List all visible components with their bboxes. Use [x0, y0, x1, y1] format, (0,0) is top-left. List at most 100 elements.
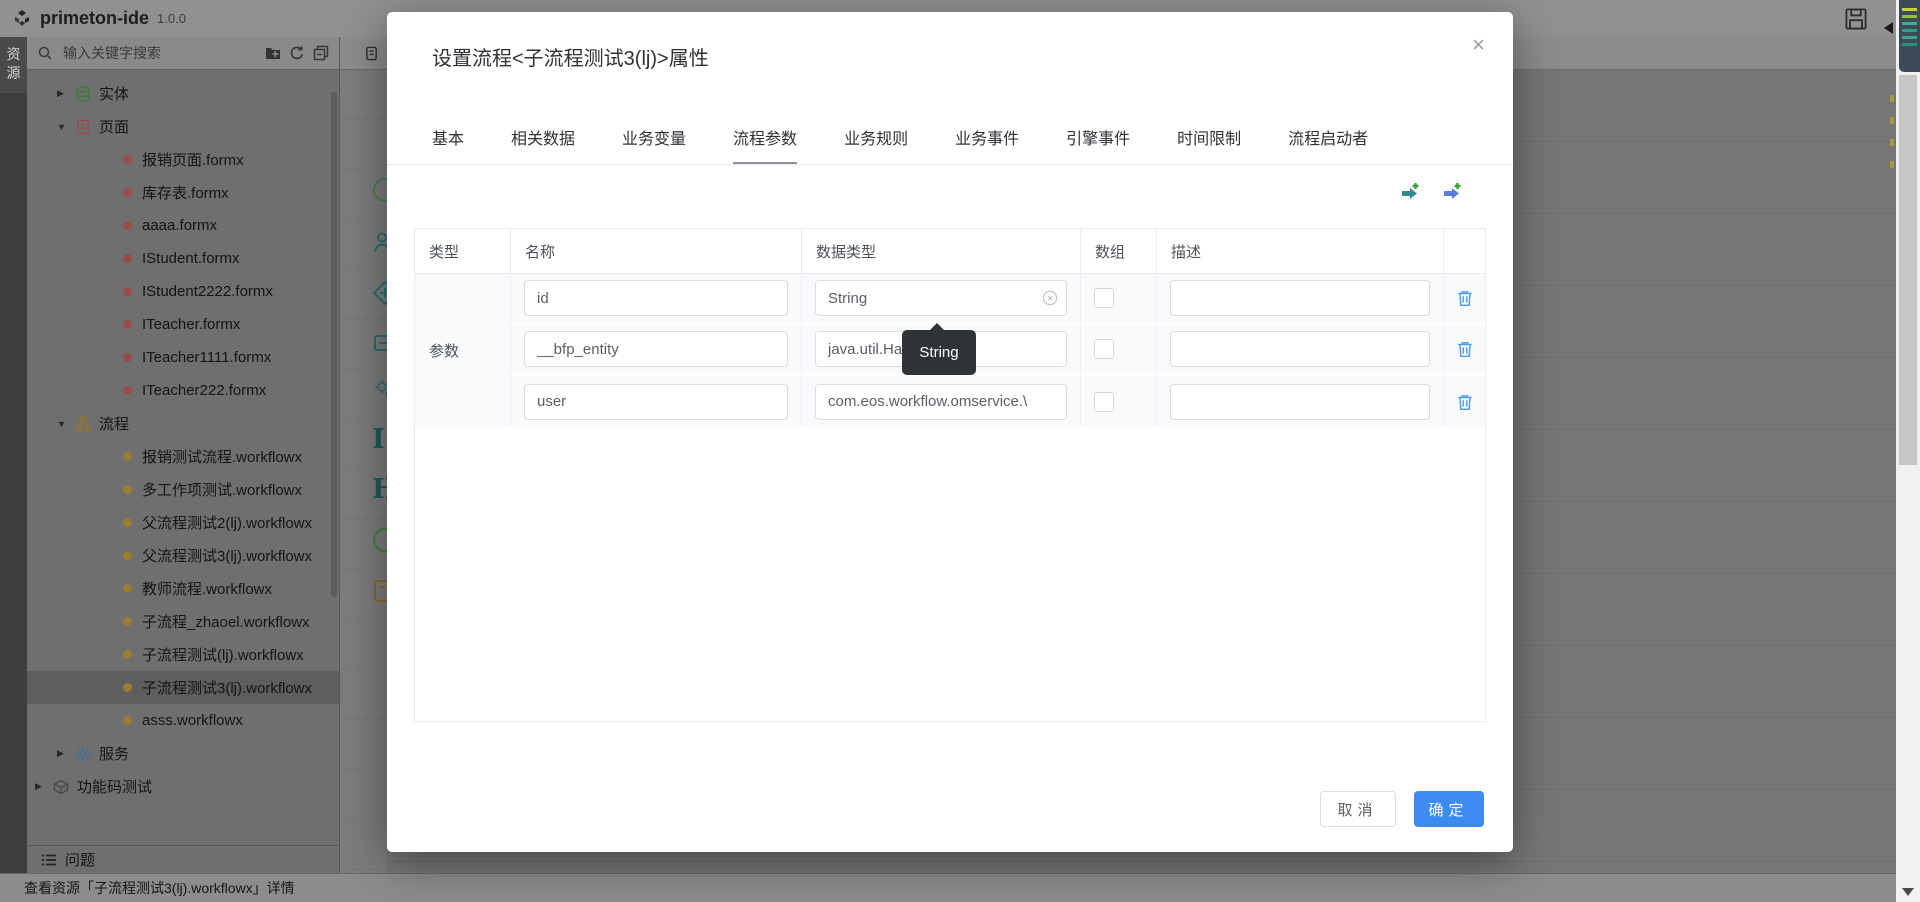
- database-icon: [75, 86, 91, 102]
- file-dot: [123, 551, 132, 560]
- tree-item-label: 流程: [99, 413, 129, 434]
- file-dot: [123, 221, 132, 230]
- dialog-tab-business-event[interactable]: 业务事件: [955, 131, 1019, 165]
- dialog-tab-engine-event[interactable]: 引擎事件: [1066, 131, 1130, 165]
- param-type-input[interactable]: [815, 280, 1067, 316]
- resource-sidebar: ▶实体▼页面报销页面.formx库存表.formxaaaa.formxIStud…: [27, 37, 340, 873]
- ruler-mark: [1890, 139, 1894, 146]
- tree-item[interactable]: 父流程测试3(lj).workflowx: [27, 539, 339, 572]
- new-folder-icon[interactable]: [265, 45, 281, 61]
- tree-item[interactable]: ITeacher1111.formx: [27, 341, 339, 374]
- chevron-down-icon[interactable]: ▼: [57, 419, 75, 429]
- file-dot: [123, 188, 132, 197]
- close-icon[interactable]: ×: [1472, 34, 1485, 56]
- tree-item[interactable]: ITeacher.formx: [27, 308, 339, 341]
- dialog-tab-flow-starter[interactable]: 流程启动者: [1288, 131, 1368, 165]
- tree-item[interactable]: 子流程测试3(lj).workflowx: [27, 671, 339, 704]
- chevron-right-icon[interactable]: ▶: [57, 88, 75, 99]
- tree-item[interactable]: 子流程测试(lj).workflowx: [27, 638, 339, 671]
- tree-item[interactable]: 库存表.formx: [27, 176, 339, 209]
- collapse-all-icon[interactable]: [313, 45, 329, 61]
- refresh-icon[interactable]: [289, 45, 305, 61]
- param-name-input[interactable]: [524, 280, 788, 316]
- chevron-right-icon[interactable]: ▶: [57, 748, 75, 759]
- tree-item[interactable]: 报销页面.formx: [27, 143, 339, 176]
- problems-panel[interactable]: 问题: [27, 845, 339, 873]
- chevron-down-icon[interactable]: ▼: [57, 122, 75, 132]
- tree-item-label: 页面: [99, 116, 129, 137]
- ok-button[interactable]: 确定: [1414, 791, 1484, 827]
- array-checkbox[interactable]: [1094, 392, 1114, 412]
- param-desc-input[interactable]: [1170, 384, 1430, 420]
- dialog-tab-time-limit[interactable]: 时间限制: [1177, 131, 1241, 165]
- flow-properties-dialog: 设置流程<子流程测试3(lj)>属性 × 基本 相关数据 业务变量 流程参数 业务规则 业…: [387, 12, 1513, 852]
- dialog-title: 设置流程<子流程测试3(lj)>属性: [432, 42, 709, 71]
- page-scrollbar[interactable]: [1896, 0, 1920, 902]
- file-dot: [123, 353, 132, 362]
- search-icon: [37, 45, 53, 61]
- file-dot: [123, 155, 132, 164]
- param-desc-input[interactable]: [1170, 331, 1430, 367]
- app-title: primeton-ide: [40, 8, 149, 29]
- dialog-tab-related-data[interactable]: 相关数据: [511, 131, 575, 165]
- tree-item[interactable]: ▶ 实体: [27, 77, 339, 110]
- add-input-param-icon[interactable]: [1400, 182, 1420, 202]
- tree-item[interactable]: 报销测试流程.workflowx: [27, 440, 339, 473]
- tabs-divider: [387, 164, 1513, 165]
- scrollbar-down-arrow-icon[interactable]: [1902, 888, 1914, 896]
- tree-item-label: 报销页面.formx: [142, 149, 244, 170]
- array-checkbox[interactable]: [1094, 288, 1114, 308]
- dialog-tab-flow-param[interactable]: 流程参数: [733, 131, 797, 165]
- tree-item[interactable]: ▶服务: [27, 737, 339, 770]
- column-header: 描述: [1157, 229, 1444, 274]
- tree-item[interactable]: 父流程测试2(lj).workflowx: [27, 506, 339, 539]
- tree-item[interactable]: ▶功能码测试: [27, 770, 339, 803]
- tree-item[interactable]: ITeacher222.formx: [27, 374, 339, 407]
- tree-item[interactable]: IStudent2222.formx: [27, 275, 339, 308]
- tree-item[interactable]: asss.workflowx: [27, 704, 339, 737]
- tree-item[interactable]: 子流程_zhaoel.workflowx: [27, 605, 339, 638]
- tree-item[interactable]: ▼ 流程: [27, 407, 339, 440]
- tree-item-label: 实体: [99, 83, 129, 104]
- scrollbar-thumb[interactable]: [1899, 75, 1917, 465]
- param-table-grid: 类型名称数据类型数组描述参数: [415, 229, 1485, 427]
- tree-item[interactable]: ▶邮政-业务流程: [27, 803, 339, 811]
- cancel-button[interactable]: 取消: [1320, 791, 1396, 827]
- param-desc-cell: [1157, 325, 1444, 376]
- activity-tab-resources[interactable]: 资源: [0, 37, 27, 93]
- param-desc-cell: [1157, 376, 1444, 427]
- delete-row-icon[interactable]: [1456, 393, 1474, 411]
- app-logo-icon: [12, 9, 32, 29]
- array-checkbox[interactable]: [1094, 339, 1114, 359]
- dialog-tab-basic[interactable]: 基本: [432, 131, 464, 165]
- sidebar-scrollbar[interactable]: [331, 92, 337, 597]
- delete-row-icon[interactable]: [1456, 340, 1474, 358]
- type-tooltip: String: [902, 330, 976, 375]
- activity-bar: 资源: [0, 37, 27, 873]
- tree-item[interactable]: 多工作项测试.workflowx: [27, 473, 339, 506]
- dialog-tab-business-rule[interactable]: 业务规则: [844, 131, 908, 165]
- tree-item[interactable]: 教师流程.workflowx: [27, 572, 339, 605]
- add-output-param-icon[interactable]: [1442, 182, 1462, 202]
- status-text: 查看资源「子流程测试3(lj).workflowx」详情: [24, 878, 295, 898]
- param-name-input[interactable]: [524, 384, 788, 420]
- tree-item-label: 教师流程.workflowx: [142, 578, 272, 599]
- chevron-right-icon[interactable]: ▶: [35, 781, 53, 792]
- tree-item[interactable]: IStudent.formx: [27, 242, 339, 275]
- save-icon[interactable]: [1844, 7, 1868, 31]
- overview-arrow-icon: [1884, 22, 1893, 34]
- param-toolbar: [1400, 182, 1462, 202]
- tree-item-label: IStudent2222.formx: [142, 283, 273, 300]
- status-bar: 查看资源「子流程测试3(lj).workflowx」详情: [0, 873, 1896, 902]
- search-input[interactable]: [61, 44, 257, 62]
- tree-item[interactable]: ▼ 页面: [27, 110, 339, 143]
- param-desc-input[interactable]: [1170, 280, 1430, 316]
- page-icon: [75, 119, 91, 135]
- dialog-tab-business-var[interactable]: 业务变量: [622, 131, 686, 165]
- column-header: 数组: [1081, 229, 1157, 274]
- param-type-input[interactable]: [815, 384, 1067, 420]
- tree-item[interactable]: aaaa.formx: [27, 209, 339, 242]
- delete-row-icon[interactable]: [1456, 289, 1474, 307]
- clear-icon[interactable]: [1042, 290, 1058, 306]
- param-name-input[interactable]: [524, 331, 788, 367]
